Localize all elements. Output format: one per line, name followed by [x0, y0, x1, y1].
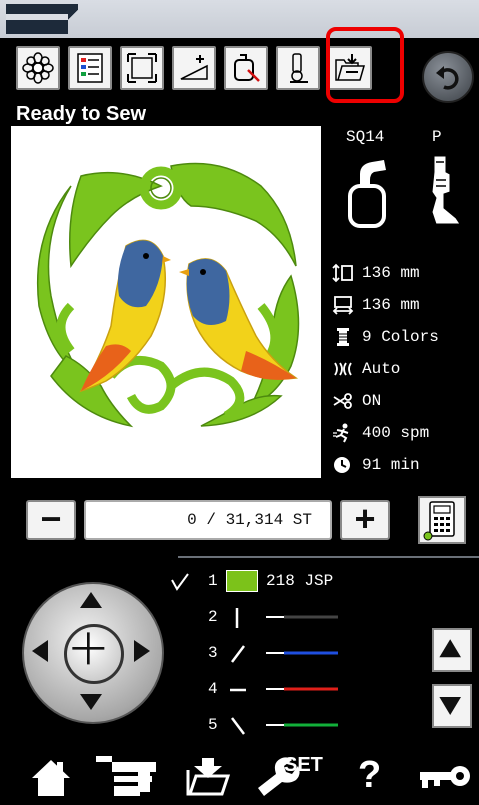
hoop-icon: [348, 160, 386, 228]
triangle-down-icon: [439, 697, 461, 715]
status-text: Ready to Sew: [16, 103, 147, 125]
scroll-down-button[interactable]: [432, 684, 472, 728]
stitch-horizontal-icon: [230, 688, 246, 692]
thread-line: [266, 615, 338, 619]
resize-button[interactable]: [120, 46, 164, 90]
thread-line: [266, 723, 338, 727]
highlight-box: [326, 27, 404, 103]
sewing-speed: 400 spm: [332, 421, 429, 445]
presser-foot-icon: [290, 53, 308, 83]
trace-button[interactable]: [224, 46, 268, 90]
stitch-back-button[interactable]: −: [26, 500, 76, 540]
back-button[interactable]: [422, 51, 474, 103]
folder-arrow-icon: [186, 758, 231, 796]
help-button[interactable]: ?: [354, 752, 384, 800]
calculator-button[interactable]: [418, 496, 466, 544]
pattern-edit-button[interactable]: [16, 46, 60, 90]
hoop-code: SQ14: [346, 128, 385, 146]
thread-line: [266, 651, 338, 655]
current-color-check-icon: [171, 573, 189, 591]
crosshair-icon: [72, 632, 105, 665]
calculator-icon: [423, 501, 455, 541]
clock-icon: [332, 455, 354, 475]
bottom-nav: SET ?: [0, 752, 479, 800]
embroidery-design-image: [36, 162, 300, 428]
scroll-up-button[interactable]: [432, 628, 472, 672]
machine-icon: [96, 756, 156, 796]
thread-cut-mode: Auto: [332, 357, 400, 381]
pattern-preview: [11, 126, 321, 478]
thread-icon: [332, 359, 354, 379]
color-swatch: [226, 570, 258, 592]
back-arrow-icon: [436, 66, 459, 90]
sewing-time: 91 min: [332, 453, 420, 477]
presser-foot-button[interactable]: [276, 46, 320, 90]
right-arrow-icon: [134, 640, 150, 662]
home-icon: [32, 760, 70, 796]
spool-icon: [332, 327, 354, 347]
resize-icon: [127, 53, 157, 83]
design-width: 136 mm: [332, 293, 420, 317]
home-button[interactable]: [26, 752, 76, 800]
scissors-icon: [332, 391, 354, 411]
flower-pattern-icon: [22, 52, 54, 84]
color-list-button[interactable]: [68, 46, 112, 90]
thread-line: [266, 687, 338, 691]
design-height: 136 mm: [332, 261, 420, 285]
machine-button[interactable]: [92, 752, 162, 800]
runner-icon: [332, 423, 354, 443]
height-icon: [332, 263, 354, 283]
load-design-button[interactable]: [182, 752, 238, 800]
key-icon: [420, 766, 470, 788]
color-count: 9 Colors: [332, 325, 439, 349]
slope-plus-icon: [180, 55, 208, 80]
lock-button[interactable]: [412, 752, 474, 800]
triangle-up-icon: [439, 639, 461, 658]
set-label: SET: [284, 754, 323, 776]
stitch-vertical-icon: [235, 608, 239, 628]
foot-code: P: [432, 128, 442, 146]
down-arrow-icon: [80, 694, 102, 710]
left-arrow-icon: [32, 640, 48, 662]
slope-button[interactable]: [172, 46, 216, 90]
trim-setting: ON: [332, 389, 381, 413]
jog-dial[interactable]: [22, 582, 164, 724]
divider: [178, 556, 479, 558]
up-arrow-icon: [80, 592, 102, 608]
stitch-counter[interactable]: 0 / 31,314 ST: [84, 500, 332, 540]
presser-foot-p-icon: [431, 155, 461, 225]
hoop-trace-icon: [234, 54, 260, 82]
stitch-forward-button[interactable]: +: [340, 500, 390, 540]
settings-button[interactable]: SET: [252, 752, 328, 800]
jog-center-button[interactable]: [64, 624, 124, 684]
color-list-icon: [77, 53, 103, 83]
stitch-diagonal-icon: [231, 645, 245, 663]
brand-logo: [6, 4, 78, 34]
width-icon: [332, 295, 354, 315]
title-bar: [0, 0, 479, 38]
stitch-diagonal-icon: [231, 717, 245, 735]
help-icon: ?: [358, 754, 382, 796]
